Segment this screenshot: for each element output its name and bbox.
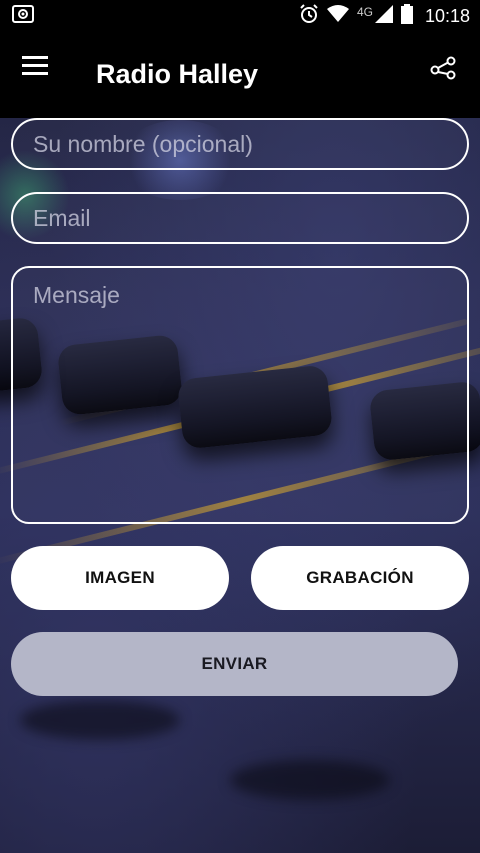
hamburger-menu-icon[interactable] xyxy=(22,56,52,86)
message-field xyxy=(11,266,469,524)
email-field xyxy=(11,192,469,244)
wifi-icon xyxy=(326,4,349,28)
send-button[interactable]: ENVIAR xyxy=(11,632,458,696)
recording-button[interactable]: GRABACIÓN xyxy=(251,546,469,610)
status-time: 10:18 xyxy=(424,5,470,26)
network-type-label: 4G xyxy=(356,5,373,19)
app-bar: Radio Halley xyxy=(0,32,480,118)
app-title: Radio Halley xyxy=(96,59,259,89)
background-shadow xyxy=(20,700,180,740)
name-field xyxy=(11,118,469,170)
share-icon[interactable] xyxy=(430,56,460,86)
background-shadow xyxy=(230,760,390,800)
image-button[interactable]: IMAGEN xyxy=(11,546,229,610)
screenshot-icon xyxy=(12,4,34,28)
status-bar: 4G 10:18 xyxy=(0,0,480,32)
signal-icon xyxy=(374,4,393,28)
alarm-icon xyxy=(299,3,319,29)
name-input[interactable] xyxy=(13,120,467,168)
email-input[interactable] xyxy=(13,194,467,242)
message-textarea[interactable] xyxy=(13,268,467,518)
battery-icon xyxy=(400,3,413,29)
